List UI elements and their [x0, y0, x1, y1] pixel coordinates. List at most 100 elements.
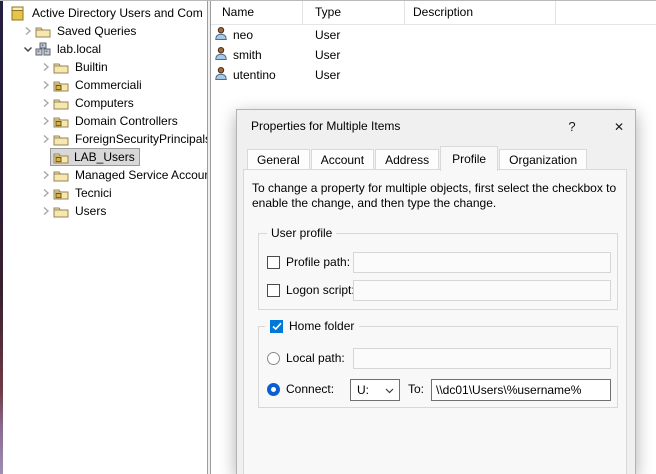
- tree-item-foreignsecurityprincipals[interactable]: ForeignSecurityPrincipals: [39, 130, 207, 148]
- local-path-label: Local path:: [286, 351, 345, 365]
- tree-item-saved-queries[interactable]: Saved Queries: [21, 22, 207, 40]
- home-folder-group: Home folder Local path: Connect: U: To:: [258, 326, 618, 408]
- profile-path-checkbox[interactable]: [267, 256, 280, 269]
- tree-item-label: Users: [73, 203, 108, 219]
- tab-profile[interactable]: Profile: [440, 146, 498, 171]
- profile-tab-page: To change a property for multiple object…: [243, 169, 627, 474]
- user-type: User: [303, 48, 405, 62]
- folder-ou-icon: [52, 186, 69, 201]
- drive-letter-select[interactable]: U:: [350, 379, 400, 401]
- instruction-text-line1: To change a property for multiple object…: [252, 181, 630, 195]
- to-label: To:: [408, 382, 424, 396]
- list-row-utentino[interactable]: utentino User: [211, 65, 656, 85]
- tab-organization[interactable]: Organization: [499, 149, 587, 170]
- domain-icon: [34, 42, 51, 57]
- chevron-right-icon[interactable]: [21, 25, 34, 38]
- properties-dialog: Properties for Multiple Items ? ✕ Genera…: [236, 109, 636, 474]
- tree-item-label: Active Directory Users and Com: [30, 5, 205, 21]
- tree-item-label: LAB_Users: [72, 149, 137, 165]
- logon-script-label: Logon script:: [286, 283, 355, 297]
- profile-path-input[interactable]: [353, 252, 611, 273]
- folder-icon: [52, 96, 69, 111]
- logon-script-input[interactable]: [353, 280, 611, 301]
- chevron-right-icon[interactable]: [39, 79, 52, 92]
- root-icon: [9, 6, 26, 21]
- user-type: User: [303, 68, 405, 82]
- chevron-down-icon: [385, 383, 394, 397]
- column-header-name[interactable]: Name: [211, 1, 303, 24]
- profile-path-label: Profile path:: [286, 255, 350, 269]
- tree-item-lab-users[interactable]: LAB_Users: [39, 148, 207, 166]
- chevron-right-icon[interactable]: [39, 169, 52, 182]
- tree-item-label: Tecnici: [73, 185, 114, 201]
- list-row-smith[interactable]: smith User: [211, 45, 656, 65]
- help-button[interactable]: ?: [563, 118, 581, 136]
- logon-script-checkbox[interactable]: [267, 284, 280, 297]
- local-path-input[interactable]: [353, 348, 611, 369]
- tree-item-managed-service-accounts[interactable]: Managed Service Accounts: [39, 166, 207, 184]
- instruction-text-line2: enable the change, and then type the cha…: [252, 196, 630, 210]
- home-folder-checkbox[interactable]: [270, 320, 283, 333]
- tab-strip: GeneralAccountAddressProfileOrganization: [247, 145, 625, 170]
- chevron-down-icon[interactable]: [21, 43, 34, 56]
- folder-icon: [52, 204, 69, 219]
- folder-icon: [52, 60, 69, 75]
- user-profile-group-label: User profile: [267, 226, 336, 240]
- tree-item-label: Saved Queries: [55, 23, 138, 39]
- chevron-right-icon[interactable]: [39, 61, 52, 74]
- connect-path-input[interactable]: [431, 379, 611, 401]
- tree-item-label: Commerciali: [73, 77, 144, 93]
- column-header-type[interactable]: Type: [303, 1, 405, 24]
- home-folder-legend: Home folder: [265, 319, 359, 333]
- tree-item-label: Builtin: [73, 59, 110, 75]
- user-icon: [214, 26, 228, 44]
- dialog-title: Properties for Multiple Items: [251, 119, 400, 133]
- column-header-filler: [556, 1, 656, 24]
- list-header: NameTypeDescription: [211, 1, 656, 25]
- column-header-description[interactable]: Description: [405, 1, 556, 24]
- user-name: smith: [233, 48, 262, 62]
- folder-ou-icon: [52, 150, 69, 165]
- tree-item-label: Domain Controllers: [73, 113, 180, 129]
- tree-item-users[interactable]: Users: [39, 202, 207, 220]
- chevron-right-icon[interactable]: [39, 97, 52, 110]
- tree-item-label: lab.local: [55, 41, 103, 57]
- folder-ou-icon: [52, 114, 69, 129]
- user-icon: [214, 66, 228, 84]
- tree-item-tecnici[interactable]: Tecnici: [39, 184, 207, 202]
- tree-item-active-directory-users-and-com[interactable]: Active Directory Users and Com: [9, 4, 207, 22]
- tree-item-domain-controllers[interactable]: Domain Controllers: [39, 112, 207, 130]
- chevron-right-icon[interactable]: [39, 115, 52, 128]
- console-tree: Active Directory Users and Com Saved Quer…: [3, 4, 207, 220]
- connect-label: Connect:: [286, 382, 334, 396]
- tree-item-label: Computers: [73, 95, 136, 111]
- list-rows: neo User smith User utentino User: [211, 25, 656, 85]
- user-name: utentino: [233, 68, 276, 82]
- tree-item-label: Managed Service Accounts: [73, 167, 207, 183]
- user-name: neo: [233, 28, 253, 42]
- console-tree-pane: Active Directory Users and Com Saved Quer…: [3, 1, 207, 474]
- aduc-console-window: Active Directory Users and Com Saved Quer…: [0, 0, 656, 474]
- selected-tree-item: LAB_Users: [50, 148, 140, 166]
- folder-icon: [52, 168, 69, 183]
- folder-icon: [52, 132, 69, 147]
- folder-ou-icon: [52, 78, 69, 93]
- tree-item-computers[interactable]: Computers: [39, 94, 207, 112]
- drive-letter-value: U:: [357, 383, 369, 397]
- user-type: User: [303, 28, 405, 42]
- tree-item-lab-local[interactable]: lab.local: [21, 40, 207, 58]
- tab-address[interactable]: Address: [375, 149, 439, 170]
- close-button[interactable]: ✕: [609, 118, 629, 136]
- tree-item-commerciali[interactable]: Commerciali: [39, 76, 207, 94]
- connect-radio[interactable]: [267, 383, 280, 396]
- chevron-right-icon[interactable]: [39, 187, 52, 200]
- tab-account[interactable]: Account: [311, 149, 374, 170]
- user-profile-group: User profile Profile path: Logon script:: [258, 233, 618, 310]
- chevron-right-icon[interactable]: [39, 133, 52, 146]
- tab-general[interactable]: General: [247, 149, 310, 170]
- tree-item-builtin[interactable]: Builtin: [39, 58, 207, 76]
- list-row-neo[interactable]: neo User: [211, 25, 656, 45]
- local-path-radio[interactable]: [267, 352, 280, 365]
- dialog-titlebar[interactable]: Properties for Multiple Items ? ✕: [237, 110, 635, 144]
- chevron-right-icon[interactable]: [39, 205, 52, 218]
